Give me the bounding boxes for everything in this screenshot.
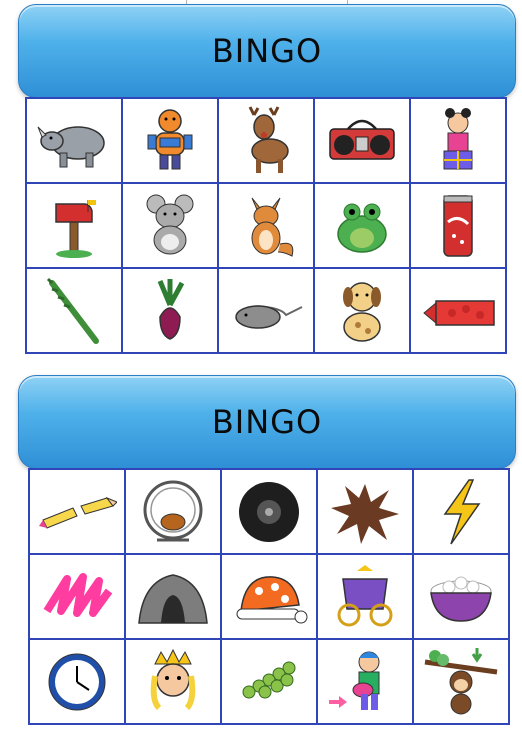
bingo-cell[interactable] xyxy=(27,269,123,354)
clock-icon xyxy=(48,653,106,710)
stingray-icon xyxy=(235,304,303,329)
queen-icon xyxy=(150,648,196,710)
splat-icon xyxy=(331,483,399,544)
bingo-cell[interactable] xyxy=(219,184,315,269)
monkey-icon xyxy=(424,647,498,714)
bingo-cell[interactable] xyxy=(219,99,315,184)
bingo-cell[interactable] xyxy=(411,269,507,354)
frog-icon xyxy=(337,203,387,253)
bingo-cell[interactable] xyxy=(411,99,507,184)
bingo-cell[interactable] xyxy=(414,470,510,555)
tire-icon xyxy=(239,481,299,542)
mouse-icon xyxy=(146,194,194,254)
bingo-cell[interactable] xyxy=(318,640,414,725)
bingo-cell[interactable] xyxy=(222,640,318,725)
bingo-cell[interactable] xyxy=(30,640,126,725)
bingo-cell[interactable] xyxy=(414,640,510,725)
bingo-grid-2 xyxy=(28,468,510,725)
bingo-banner-2: BINGO xyxy=(18,375,516,469)
bingo-cell[interactable] xyxy=(315,269,411,354)
bingo-cell[interactable] xyxy=(411,184,507,269)
asparagus-icon xyxy=(46,277,99,344)
bingo-cell[interactable] xyxy=(222,555,318,640)
hamster-wheel-icon xyxy=(143,480,203,541)
bingo-cell[interactable] xyxy=(30,470,126,555)
bingo-title: BINGO xyxy=(211,403,323,441)
cave-icon xyxy=(138,573,208,624)
bingo-banner-1: BINGO xyxy=(18,4,516,98)
bingo-cell[interactable] xyxy=(123,99,219,184)
carriage-icon xyxy=(337,564,393,626)
grapes-icon xyxy=(242,661,296,698)
reindeer-icon xyxy=(248,105,289,173)
guitar-kid-icon xyxy=(329,651,380,710)
bingo-cell[interactable] xyxy=(123,269,219,354)
rhino-icon xyxy=(37,125,105,167)
bingo-cell[interactable] xyxy=(126,470,222,555)
mailbox-icon xyxy=(55,199,96,258)
lightning-icon xyxy=(443,478,481,544)
beet-icon xyxy=(157,278,185,340)
radio-icon xyxy=(329,119,395,160)
bingo-cell[interactable] xyxy=(126,640,222,725)
bingo-cell[interactable] xyxy=(315,184,411,269)
bingo-cell[interactable] xyxy=(27,184,123,269)
bingo-cell[interactable] xyxy=(315,99,411,184)
robot-icon xyxy=(147,108,193,169)
bingo-cell[interactable] xyxy=(318,470,414,555)
broken-pencil-icon xyxy=(39,496,117,529)
bingo-cell[interactable] xyxy=(318,555,414,640)
fox-icon xyxy=(251,197,294,257)
crayon-icon xyxy=(423,299,495,326)
bingo-cell[interactable] xyxy=(414,555,510,640)
bingo-title: BINGO xyxy=(211,32,323,70)
dog-icon xyxy=(343,281,381,342)
bingo-cell[interactable] xyxy=(30,555,126,640)
bingo-grid-1 xyxy=(25,97,507,354)
nightcap-icon xyxy=(236,575,308,623)
soda-can-icon xyxy=(443,194,473,257)
bingo-cell[interactable] xyxy=(219,269,315,354)
bingo-cell[interactable] xyxy=(123,184,219,269)
bingo-cell[interactable] xyxy=(222,470,318,555)
ribbon-girl-icon xyxy=(443,107,473,169)
bingo-cell[interactable] xyxy=(126,555,222,640)
bingo-cell[interactable] xyxy=(27,99,123,184)
scribble-icon xyxy=(43,572,113,617)
popcorn-bowl-icon xyxy=(430,576,492,622)
